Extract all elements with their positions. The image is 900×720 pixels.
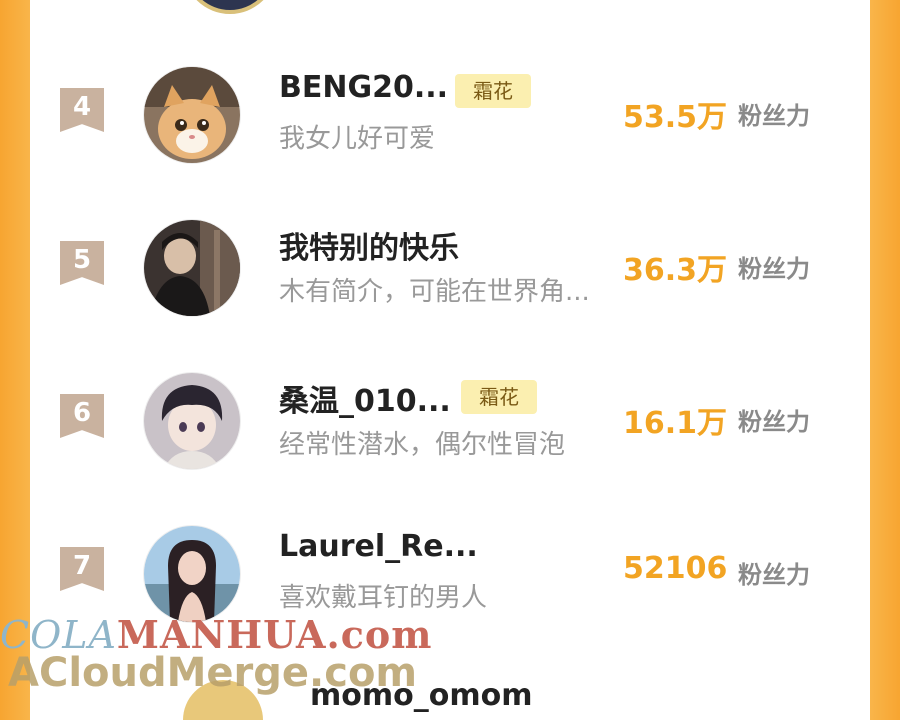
user-name[interactable]: Laurel_Re... [279, 529, 478, 564]
watermark-acloudmerge: ACloudMerge.com [8, 650, 418, 696]
user-bio: 我女儿好可爱 [279, 124, 436, 154]
user-name[interactable]: BENG20... [279, 70, 448, 105]
fans-label: 粉丝力 [738, 408, 810, 436]
cat-avatar-icon [144, 67, 240, 163]
level-badge: 霜花 [461, 380, 537, 414]
user-bio: 经常性潜水，偶尔性冒泡 [279, 430, 566, 460]
rank-badge: 5 [60, 241, 104, 285]
list-item[interactable]: 5 我特别的快乐 木有简介，可能在世界角... 36.3万 粉丝力 [30, 219, 870, 349]
girl-avatar-icon [144, 526, 240, 622]
avatar[interactable] [143, 525, 241, 623]
user-bio: 喜欢戴耳钉的男人 [279, 583, 488, 613]
fans-count: 53.5万 [623, 100, 728, 135]
rank-badge: 4 [60, 88, 104, 132]
avatar[interactable] [143, 372, 241, 470]
fans-label: 粉丝力 [738, 255, 810, 283]
fans-label: 粉丝力 [738, 561, 810, 589]
fans-count: 16.1万 [623, 406, 728, 441]
fans-count: 36.3万 [623, 253, 728, 288]
level-badge: 霜花 [455, 74, 531, 108]
fans-label: 粉丝力 [738, 102, 810, 130]
fans-count: 52106 [623, 551, 728, 586]
rank-badge: 7 [60, 547, 104, 591]
user-name[interactable]: 桑温_010... [279, 376, 451, 420]
user-bio: 木有简介，可能在世界角... [279, 277, 590, 307]
avatar-rank-3-partial[interactable] [183, 0, 277, 14]
user-name[interactable]: 我特别的快乐 [279, 223, 459, 267]
person-avatar-icon [144, 220, 240, 316]
avatar[interactable] [143, 66, 241, 164]
list-item[interactable]: 4 BENG20... 霜花 我女儿好可爱 53.5万 粉丝力 [30, 66, 870, 196]
avatar[interactable] [143, 219, 241, 317]
rank-badge: 6 [60, 394, 104, 438]
list-item[interactable]: 6 桑温_010... 霜花 经常性潜水，偶尔性冒泡 16.1万 粉丝力 [30, 372, 870, 502]
anime-boy-avatar-icon [144, 373, 240, 469]
